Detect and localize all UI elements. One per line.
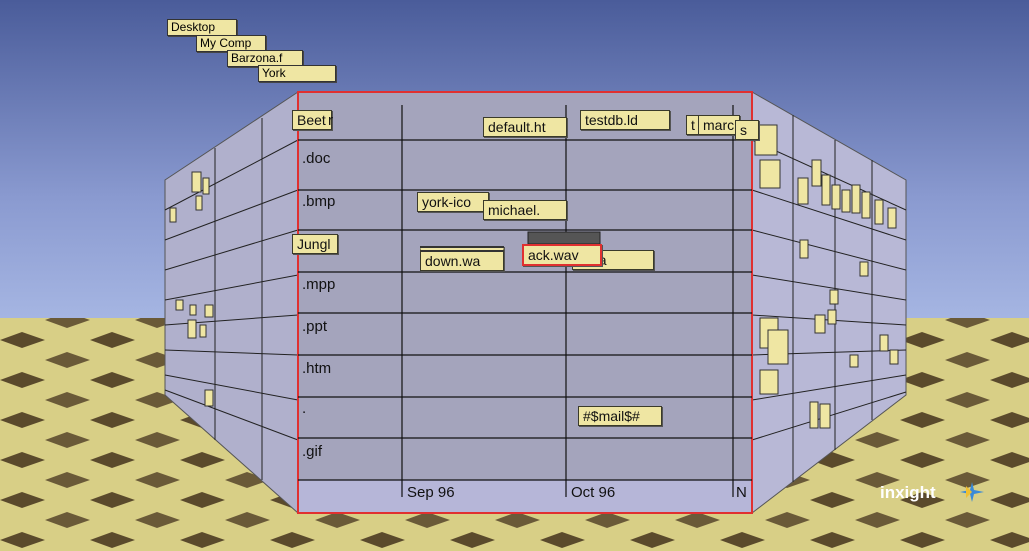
category-ppt: .ppt: [302, 318, 328, 335]
inxight-logo: inxight: [880, 483, 936, 502]
category-jungle[interactable]: Jungl: [292, 234, 338, 254]
file-testdb[interactable]: testdb.ld: [580, 110, 670, 130]
file-ack-wav-selected[interactable]: ack.wav: [522, 244, 602, 266]
file-default-htm[interactable]: default.ht: [483, 117, 567, 137]
file-mail[interactable]: #$mail$#: [578, 406, 662, 426]
category-gif: .gif: [302, 443, 323, 460]
perspective-wall-scene: [0, 0, 1029, 551]
file-marc[interactable]: marc: [698, 115, 740, 135]
category-htm: .htm: [302, 360, 332, 377]
category-mpp: .mpp: [302, 276, 336, 293]
axis-label-oct-96: Oct 96: [571, 484, 616, 501]
breadcrumb-york[interactable]: York: [258, 65, 336, 82]
category-dot: .: [302, 400, 307, 417]
category-doc: .doc: [302, 150, 331, 167]
time-axis-strip: [299, 480, 751, 512]
category-beet[interactable]: Beet: [292, 110, 332, 130]
axis-label-sep-96: Sep 96: [407, 484, 455, 501]
file-s[interactable]: s: [735, 120, 759, 140]
front-wall: [297, 91, 753, 514]
breadcrumb-desktop[interactable]: Desktop: [167, 19, 237, 36]
file-york-ico[interactable]: york-ico: [417, 192, 489, 212]
file-down-wav[interactable]: down.wa: [420, 246, 504, 271]
inxight-star-icon: [960, 482, 984, 502]
dark-file-stack: [527, 231, 601, 245]
category-bmp: .bmp: [302, 193, 336, 210]
axis-label-nov: N: [736, 484, 747, 501]
category-beet-tail: r: [328, 112, 333, 129]
file-michael[interactable]: michael.: [483, 200, 567, 220]
